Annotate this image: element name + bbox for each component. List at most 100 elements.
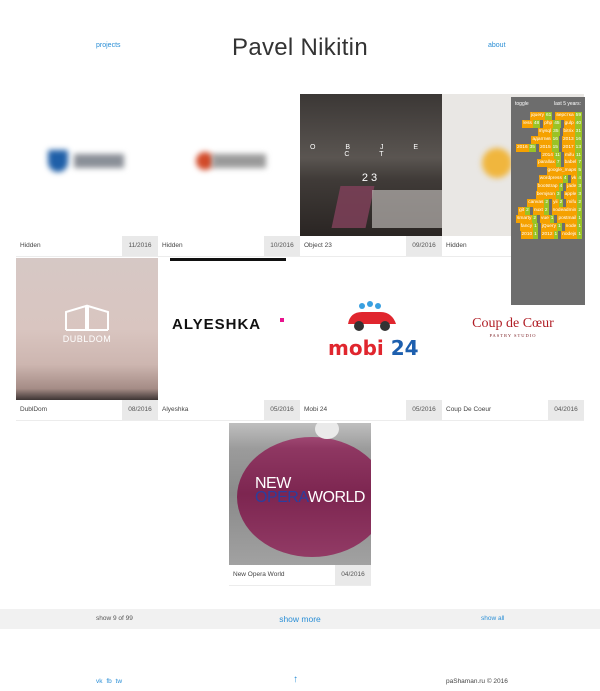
tag-chip[interactable]: git 2: [517, 206, 531, 215]
tag-count: 1: [533, 222, 538, 231]
tag-chip[interactable]: nodejs 1: [560, 230, 583, 239]
tag-label: верстка: [555, 112, 575, 120]
scroll-up-arrow-icon[interactable]: ↑: [293, 674, 298, 685]
tag-chip[interactable]: less 48: [521, 119, 541, 128]
tag-chip[interactable]: jQuery 1: [540, 222, 563, 231]
tag-count: 1: [577, 230, 582, 239]
fb-link[interactable]: fb: [106, 678, 111, 685]
project-date: 10/2016: [264, 236, 300, 256]
project-card-hidden-1[interactable]: Hidden 11/2016: [16, 94, 158, 257]
tag-chip[interactable]: babel 7: [563, 159, 583, 168]
tag-count: 2: [532, 214, 538, 223]
tag-count: 1: [577, 214, 582, 223]
project-name: Mobi 24: [304, 406, 328, 413]
vk-link[interactable]: vk: [96, 678, 103, 685]
project-card-new-opera-world[interactable]: NEW OPERAWORLD New Opera World 04/2016: [229, 423, 371, 586]
tag-label: 2012: [540, 230, 554, 239]
tag-label: php: [543, 119, 554, 128]
tag-count: 48: [532, 119, 541, 128]
tag-count: 11: [575, 151, 582, 160]
tag-label: gulp: [563, 119, 575, 128]
tag-chip[interactable]: bootstrap 4: [536, 183, 565, 192]
tag-chip[interactable]: jquery 61: [529, 112, 553, 120]
thumbnail-number: 23: [361, 172, 381, 184]
tag-chip[interactable]: bitrix 31: [562, 127, 583, 136]
car-icon: [348, 301, 396, 331]
tag-chip[interactable]: gulp 40: [563, 119, 583, 128]
project-date: 11/2016: [122, 236, 158, 256]
tag-label: 2017: [561, 143, 575, 152]
tag-chip[interactable]: 2010 1: [520, 230, 539, 239]
thumbnail-text: DUBLDOM: [62, 334, 112, 344]
tag-chip[interactable]: 2013 16: [561, 135, 583, 144]
tag-chip[interactable]: mifu 11: [563, 151, 583, 160]
tag-chip[interactable]: bemjson 3: [535, 191, 562, 199]
tag-chip[interactable]: 2012 1: [540, 230, 559, 239]
tag-chip[interactable]: 2014 11: [540, 151, 562, 160]
project-card-object-23[interactable]: O B J E C T 23 Object 23 09/2016: [300, 94, 442, 257]
project-thumbnail: ALYESHKA: [158, 258, 300, 400]
project-card-dubldom[interactable]: DUBLDOM DublDom 08/2016: [16, 258, 158, 421]
project-caption: DublDom 08/2016: [16, 400, 158, 421]
about-link[interactable]: about: [488, 42, 506, 49]
tag-chip[interactable]: google_maps 5: [546, 167, 583, 176]
tag-count: 4: [562, 175, 568, 184]
project-thumbnail: [158, 94, 300, 236]
tag-chip[interactable]: yii 2: [551, 198, 564, 207]
tag-label: mysql: [537, 127, 553, 136]
tag-chip[interactable]: fancy 1: [519, 222, 539, 231]
project-date: 05/2016: [264, 400, 300, 420]
project-card-hidden-2[interactable]: Hidden 10/2016: [158, 94, 300, 257]
project-thumbnail: [16, 94, 158, 236]
project-date: 04/2016: [335, 565, 371, 585]
tag-chip[interactable]: apple 3: [563, 191, 583, 199]
tag-chip[interactable]: php 45: [542, 119, 561, 128]
tag-label: jquery: [529, 112, 545, 120]
tag-count: 40: [574, 119, 582, 128]
copyright: paShaman.ru © 2016: [446, 678, 508, 685]
show-more-button[interactable]: show more: [0, 614, 600, 624]
tag-chip[interactable]: mysql 35: [537, 127, 561, 136]
tag-chip[interactable]: jade 3: [565, 183, 583, 192]
tag-chip[interactable]: parallax 7: [536, 159, 561, 168]
tag-chip[interactable]: postmail 1: [556, 214, 583, 223]
tag-chip[interactable]: 2015 15: [538, 143, 560, 152]
project-date: 05/2016: [406, 400, 442, 420]
social-links: vk fb tw: [96, 678, 124, 685]
project-card-mobi-24[interactable]: mobi 24 Mobi 24 05/2016: [300, 258, 442, 421]
tag-chip[interactable]: адаптив 16: [530, 135, 560, 144]
tag-label: git: [518, 206, 526, 215]
tag-chip[interactable]: canvas 2: [526, 198, 550, 207]
tag-chip[interactable]: верстка 59: [554, 112, 583, 120]
project-caption: Alyeshka 05/2016: [158, 400, 300, 421]
tag-chip[interactable]: node 1: [564, 222, 583, 231]
tag-chip[interactable]: wordpress 4: [538, 175, 569, 184]
tag-count: 1: [533, 230, 538, 239]
tag-count: 7: [577, 159, 582, 168]
tag-chip[interactable]: 2016 35: [515, 143, 537, 152]
tag-label: parallax: [537, 159, 556, 168]
project-caption: Coup De Coeur 04/2016: [442, 400, 584, 421]
tag-chip[interactable]: 2017 13: [561, 143, 583, 152]
tw-link[interactable]: tw: [116, 678, 123, 685]
tag-count: 59: [574, 112, 582, 120]
tag-count: 11: [553, 151, 561, 160]
tag-label: canvas: [527, 198, 545, 207]
tag-chip[interactable]: mifu 2: [565, 198, 583, 207]
tag-count: 61: [545, 112, 553, 120]
tag-count: 2: [577, 198, 582, 207]
project-name: Alyeshka: [162, 406, 189, 413]
tag-chip[interactable]: nodeadmin 2: [551, 206, 583, 215]
tag-label: mifu: [566, 198, 578, 207]
toggle-button[interactable]: toggle: [515, 101, 529, 107]
show-all-link[interactable]: show all: [481, 615, 504, 622]
project-caption: Hidden 11/2016: [16, 236, 158, 257]
tag-chip[interactable]: smarty 2: [515, 214, 538, 223]
tag-chip[interactable]: nuxt 2: [532, 206, 550, 215]
project-date: 08/2016: [122, 400, 158, 420]
tag-chip[interactable]: vue 1: [539, 214, 555, 223]
tag-chip[interactable]: vk 4: [570, 175, 583, 184]
tag-label: wordpress: [538, 175, 563, 184]
project-card-alyeshka[interactable]: ALYESHKA Alyeshka 05/2016: [158, 258, 300, 421]
project-name: DublDom: [20, 406, 48, 413]
